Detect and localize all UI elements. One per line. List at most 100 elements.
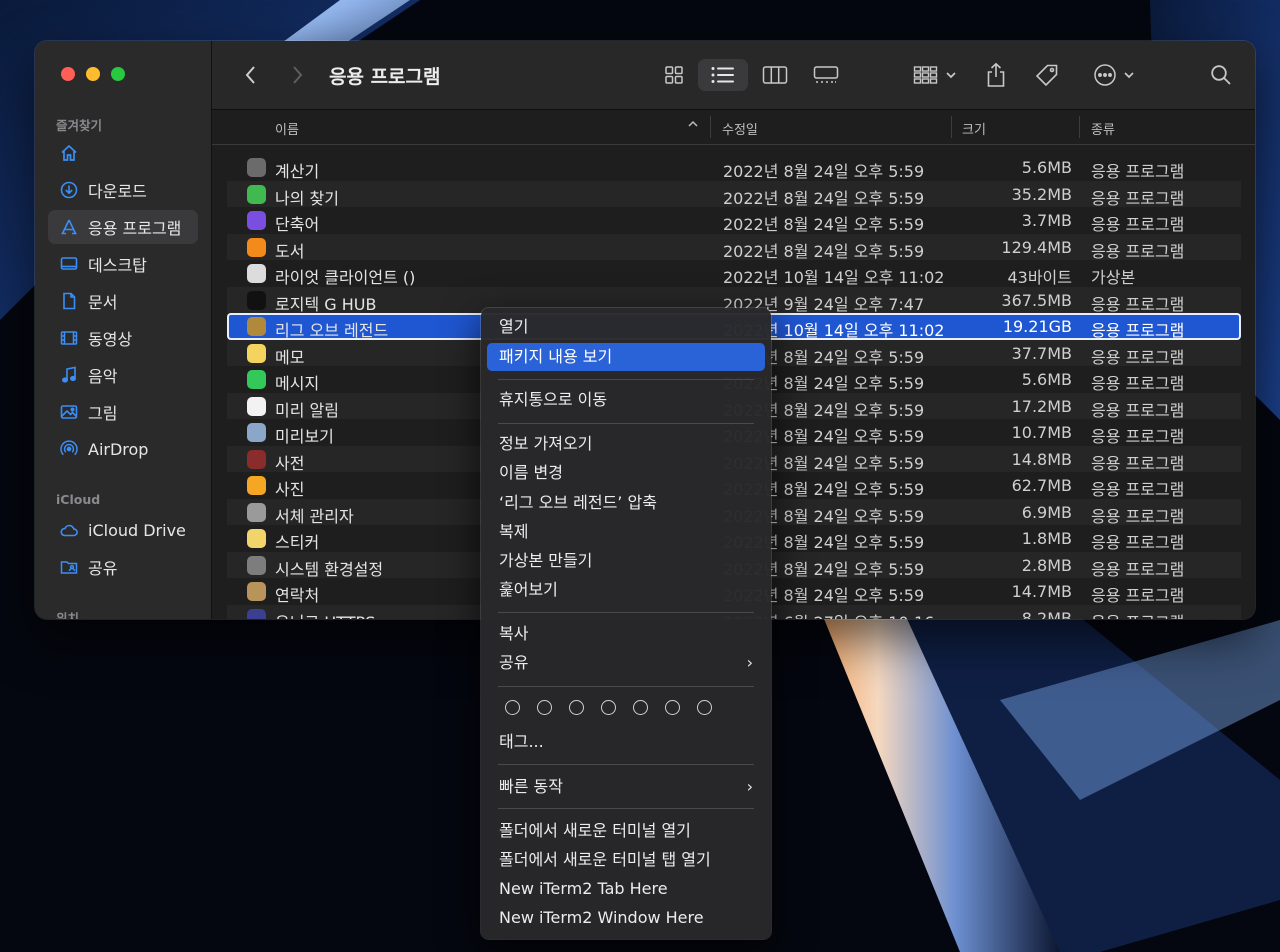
sidebar-item-applications[interactable]: 응용 프로그램 xyxy=(48,210,198,244)
tag-color-dot[interactable] xyxy=(537,700,552,715)
minimize-window-button[interactable] xyxy=(86,67,100,81)
sidebar-item-music[interactable]: 음악 xyxy=(48,358,198,392)
airdrop-icon xyxy=(58,438,80,460)
file-row[interactable]: 도서 2022년 8월 24일 오후 5:59 129.4MB 응용 프로그램 xyxy=(227,233,1241,261)
column-divider[interactable] xyxy=(710,116,711,138)
menu-item-make-alias[interactable]: 가상본 만들기 xyxy=(487,547,765,575)
file-kind: 응용 프로그램 xyxy=(1091,559,1185,579)
file-date: 2022년 8월 24일 오후 5:59 xyxy=(723,162,925,181)
file-row[interactable]: 라이엇 클라이언트 () 2022년 10월 14일 오후 11:02 43바이트 가… xyxy=(227,260,1241,287)
ellipsis-circle-icon xyxy=(1094,64,1116,86)
group-by-button[interactable] xyxy=(907,59,963,91)
sidebar-item-label: 동영상 xyxy=(88,330,133,349)
menu-item-new-terminal-tab[interactable]: 폴더에서 새로운 터미널 탭 열기 xyxy=(487,846,765,874)
toolbar: 응용 프로그램 xyxy=(212,41,1255,110)
tag-color-dot[interactable] xyxy=(601,700,616,715)
file-size: 14.8MB xyxy=(1011,449,1072,469)
sidebar-item-documents[interactable]: 문서 xyxy=(48,284,198,318)
menu-item-move-to-trash[interactable]: 휴지통으로 이동 xyxy=(487,386,765,414)
tag-color-dot[interactable] xyxy=(505,700,520,715)
file-kind: 응용 프로그램 xyxy=(1091,609,1184,620)
file-size: 35.2MB xyxy=(1011,184,1072,204)
menu-item-open[interactable]: 열기 xyxy=(487,313,765,341)
sidebar-item-icloud-drive[interactable]: iCloud Drive xyxy=(48,513,198,547)
sidebar-item-shared[interactable]: 공유 xyxy=(48,550,198,584)
column-header-kind[interactable]: 종류 xyxy=(1091,119,1115,138)
file-size: 17.2MB xyxy=(1011,396,1072,416)
column-view-button[interactable] xyxy=(758,59,792,91)
file-size: 10.7MB xyxy=(1011,423,1072,442)
menu-item-label: 빠른 동작 xyxy=(499,777,563,796)
app-icon xyxy=(247,290,266,310)
file-name: 연락처 xyxy=(275,586,320,605)
sidebar-item-movies[interactable]: 동영상 xyxy=(48,321,198,355)
menu-item-tags[interactable]: 태그... xyxy=(487,728,765,756)
menu-item-compress[interactable]: ‘리그 오브 레전드’ 압축 xyxy=(487,489,765,517)
tag-color-dot[interactable] xyxy=(665,700,680,715)
sort-ascending-icon[interactable] xyxy=(687,118,699,133)
sidebar-item-desktop[interactable]: 데스크탑 xyxy=(48,247,198,281)
file-kind: 응용 프로그램 xyxy=(1091,506,1185,526)
file-kind: 응용 프로그램 xyxy=(1091,215,1185,234)
music-icon xyxy=(58,364,80,386)
menu-item-duplicate[interactable]: 복제 xyxy=(487,518,765,546)
gallery-view-button[interactable] xyxy=(809,59,843,91)
menu-item-rename[interactable]: 이름 변경 xyxy=(487,459,765,487)
sidebar-item-pictures[interactable]: 그림 xyxy=(48,395,198,429)
file-date: 2022년 8월 24일 오후 5:59 xyxy=(723,215,925,234)
applications-icon xyxy=(58,216,80,238)
tag-color-dot[interactable] xyxy=(569,700,584,715)
menu-item-new-terminal[interactable]: 폴더에서 새로운 터미널 열기 xyxy=(487,817,765,845)
menu-separator xyxy=(498,686,754,687)
file-row[interactable]: 나의 찾기 2022년 8월 24일 오후 5:59 35.2MB 응용 프로그램 xyxy=(227,180,1241,208)
app-icon xyxy=(247,423,266,442)
column-divider[interactable] xyxy=(951,116,952,138)
column-divider[interactable] xyxy=(1079,116,1080,138)
column-header-name[interactable]: 이름 xyxy=(275,119,299,138)
menu-item-share[interactable]: 공유 › xyxy=(487,649,765,677)
file-kind: 응용 프로그램 xyxy=(1091,374,1185,393)
search-icon xyxy=(1211,65,1231,85)
file-size: 6.9MB xyxy=(1021,502,1072,522)
sidebar-item-label: iCloud Drive xyxy=(88,520,186,540)
app-icon xyxy=(247,343,266,363)
file-kind: 응용 프로그램 xyxy=(1091,586,1185,605)
back-button[interactable] xyxy=(238,59,264,91)
column-header-date[interactable]: 수정일 xyxy=(722,119,758,138)
more-actions-button[interactable] xyxy=(1086,59,1142,91)
app-icon xyxy=(247,317,266,336)
file-row[interactable]: 계산기 2022년 8월 24일 오후 5:59 5.6MB 응용 프로그램 xyxy=(227,154,1241,181)
tags-button[interactable] xyxy=(1030,59,1064,91)
sidebar-item-downloads[interactable]: 다운로드 xyxy=(48,173,198,207)
sidebar-section-icloud: iCloud xyxy=(56,492,101,507)
share-button[interactable] xyxy=(979,59,1013,91)
close-window-button[interactable] xyxy=(61,67,75,81)
file-name: 리그 오브 레전드 xyxy=(275,321,389,340)
file-name: 유니코 HTTPS xyxy=(275,609,375,620)
menu-item-quick-look[interactable]: 훑어보기 xyxy=(487,576,765,604)
forward-button[interactable] xyxy=(284,59,310,91)
menu-item-copy[interactable]: 복사 xyxy=(487,620,765,648)
file-name: 미리 알림 xyxy=(275,400,339,420)
tag-color-dot[interactable] xyxy=(633,700,648,715)
file-row[interactable]: 단축어 2022년 8월 24일 오후 5:59 3.7MB 응용 프로그램 xyxy=(227,207,1241,234)
menu-item-quick-actions[interactable]: 빠른 동작 › xyxy=(487,773,765,801)
menu-item-new-iterm2-tab[interactable]: New iTerm2 Tab Here xyxy=(487,875,765,903)
file-size: 14.7MB xyxy=(1011,582,1072,601)
search-button[interactable] xyxy=(1204,59,1238,91)
list-view-button[interactable] xyxy=(698,59,748,91)
menu-item-show-package-contents[interactable]: 패키지 내용 보기 xyxy=(487,343,765,371)
menu-item-new-iterm2-window[interactable]: New iTerm2 Window Here xyxy=(487,904,765,932)
sidebar-item-home[interactable] xyxy=(48,136,198,170)
column-header-size[interactable]: 크기 xyxy=(962,119,986,138)
tag-color-dot[interactable] xyxy=(697,700,712,715)
app-icon xyxy=(247,502,266,522)
maximize-window-button[interactable] xyxy=(111,67,125,81)
icon-view-button[interactable] xyxy=(657,59,691,91)
file-size: 2.8MB xyxy=(1021,555,1072,575)
file-size: 367.5MB xyxy=(1001,290,1072,310)
sidebar: 즐겨찾기 다운로드 응용 프로그램 데스크탑 문서 동영상 음악 그림 AirD… xyxy=(35,41,212,619)
menu-item-get-info[interactable]: 정보 가져오기 xyxy=(487,430,765,458)
sidebar-item-label: 문서 xyxy=(88,293,118,312)
sidebar-item-airdrop[interactable]: AirDrop xyxy=(48,432,198,466)
